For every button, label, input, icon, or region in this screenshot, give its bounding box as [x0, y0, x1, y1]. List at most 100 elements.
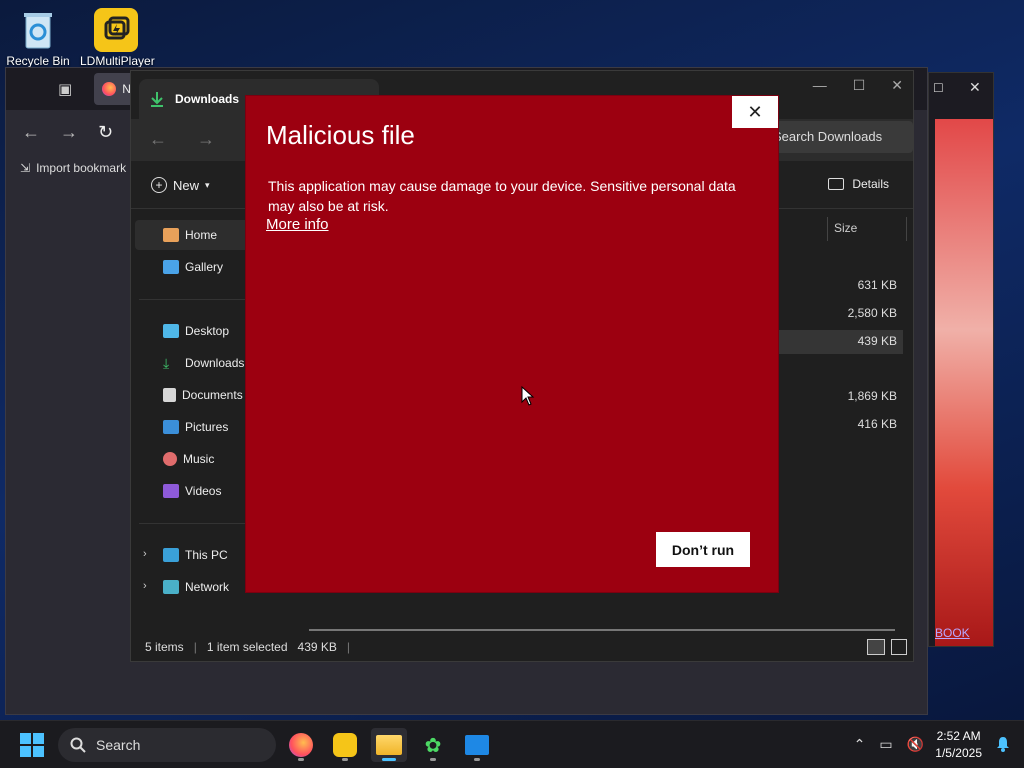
- sidebar-item-label: Documents: [182, 388, 243, 402]
- malicious-file-dialog: Malicious file ✕ This application may ca…: [245, 95, 779, 593]
- mouse-cursor-icon: [521, 386, 535, 406]
- taskbar-app-firefox[interactable]: [283, 728, 319, 762]
- file-size: 416 KB: [857, 417, 897, 431]
- desktop-icon-ldmultiplayer[interactable]: LDMultiPlayer: [80, 8, 155, 68]
- forward-icon[interactable]: →: [197, 129, 215, 150]
- dialog-close-button[interactable]: ✕: [732, 96, 778, 128]
- sidebar-item-music[interactable]: Music: [163, 447, 214, 471]
- music-icon: [163, 452, 177, 466]
- volume-muted-icon[interactable]: 🔇: [907, 736, 924, 753]
- tab-list-icon[interactable]: ▣: [58, 80, 72, 98]
- running-indicator: [430, 758, 436, 761]
- status-bar: 5 items | 1 item selected 439 KB |: [131, 633, 913, 661]
- search-icon: [70, 737, 86, 753]
- sidebar-item-label: Gallery: [185, 260, 224, 274]
- sidebar-item-documents[interactable]: Documents: [163, 383, 243, 407]
- chevron-right-icon[interactable]: ›: [143, 580, 147, 592]
- search-input[interactable]: Search Downloads: [763, 121, 913, 153]
- chevron-right-icon[interactable]: ›: [143, 548, 147, 560]
- status-selected-size: 439 KB: [297, 640, 337, 654]
- sidebar-item-label: Pictures: [185, 420, 229, 434]
- taskbar-app-ldplayer[interactable]: [327, 728, 363, 762]
- plus-circle-icon: +: [151, 177, 167, 193]
- sidebar-item-home[interactable]: Home: [163, 223, 217, 247]
- running-indicator: [298, 758, 304, 761]
- more-info-link[interactable]: More info: [266, 216, 329, 233]
- file-size: 439 KB: [857, 334, 897, 348]
- forward-icon[interactable]: →: [60, 122, 78, 143]
- network-status-icon[interactable]: ▭: [879, 736, 892, 753]
- taskbar: Search ✿ ⌃ ▭ 🔇 2:52 AM 1/5/2025: [0, 720, 1024, 768]
- reload-icon[interactable]: ↻: [98, 122, 113, 143]
- chevron-down-icon: ▾: [205, 179, 210, 190]
- this-pc-icon: [163, 548, 179, 562]
- recycle-bin-icon: [16, 8, 60, 52]
- wave-chart-icon: [465, 735, 489, 755]
- search-placeholder: Search: [96, 737, 141, 753]
- desktop-icon-label: Recycle Bin: [6, 54, 70, 68]
- sidebar-item-videos[interactable]: Videos: [163, 479, 221, 503]
- back-icon[interactable]: ←: [149, 129, 167, 150]
- folder-icon: [376, 735, 402, 755]
- network-icon: [163, 580, 179, 594]
- status-item-count: 5 items: [145, 640, 184, 654]
- dont-run-button[interactable]: Don’t run: [656, 532, 750, 567]
- taskbar-app-network-tool[interactable]: ✿: [415, 728, 451, 762]
- chevron-up-icon[interactable]: ⌃: [854, 736, 866, 753]
- plant-icon: ✿: [424, 734, 442, 757]
- dialog-message: This application may cause damage to you…: [268, 178, 736, 214]
- sidebar-item-downloads[interactable]: ⤓ Downloads: [163, 351, 244, 375]
- clock-date: 1/5/2025: [935, 746, 982, 760]
- taskbar-search[interactable]: Search: [58, 728, 276, 762]
- taskbar-clock[interactable]: 2:52 AM 1/5/2025: [935, 728, 982, 762]
- sidebar-item-label: Network: [185, 580, 230, 594]
- back-icon[interactable]: ←: [22, 122, 40, 143]
- book-link[interactable]: BOOK: [935, 626, 970, 640]
- close-icon[interactable]: ✕: [969, 79, 981, 96]
- ldplayer-icon: [333, 733, 357, 757]
- desktop-icon-recycle-bin[interactable]: Recycle Bin: [2, 8, 74, 68]
- column-header-size[interactable]: Size: [827, 217, 907, 241]
- close-icon[interactable]: ✕: [891, 77, 903, 94]
- start-button[interactable]: [20, 733, 44, 762]
- sidebar-item-label: Home: [185, 228, 218, 242]
- clock-time: 2:52 AM: [936, 729, 981, 743]
- background-app-window: ☐ ✕ BOOK: [928, 72, 994, 647]
- windows-logo-icon: [20, 733, 44, 757]
- details-view-icon[interactable]: [867, 639, 885, 655]
- sidebar-item-this-pc[interactable]: This PC: [163, 543, 228, 567]
- sidebar-item-label: Videos: [185, 484, 222, 498]
- status-separator: |: [346, 640, 351, 654]
- status-selected: 1 item selected: [206, 640, 288, 654]
- details-button[interactable]: Details: [828, 177, 889, 191]
- system-tray: ⌃ ▭ 🔇: [854, 736, 924, 753]
- sidebar-item-pictures[interactable]: Pictures: [163, 415, 228, 439]
- notification-bell-icon[interactable]: [996, 736, 1010, 752]
- new-button[interactable]: + New ▾: [151, 177, 210, 193]
- file-size: 1,869 KB: [847, 389, 897, 403]
- status-separator: |: [193, 640, 197, 654]
- new-label: New: [173, 177, 200, 193]
- videos-icon: [163, 484, 179, 498]
- taskbar-app-file-explorer[interactable]: [371, 728, 407, 762]
- sidebar-item-network[interactable]: Network: [163, 575, 229, 599]
- document-icon: [163, 388, 176, 402]
- dialog-title: Malicious file: [266, 120, 415, 150]
- maximize-icon[interactable]: ☐: [853, 77, 866, 94]
- pictures-icon: [163, 420, 179, 434]
- app-content: BOOK: [935, 119, 993, 646]
- sidebar-item-gallery[interactable]: Gallery: [163, 255, 223, 279]
- sidebar-item-desktop[interactable]: Desktop: [163, 319, 229, 343]
- sidebar-item-label: This PC: [185, 548, 228, 562]
- horizontal-scrollbar[interactable]: [309, 629, 895, 631]
- maximize-icon[interactable]: ☐: [933, 81, 944, 95]
- close-icon: ✕: [747, 101, 763, 122]
- import-bookmarks-link[interactable]: Import bookmark: [36, 161, 126, 175]
- tab-title: Downloads: [175, 92, 240, 106]
- taskbar-app-monitor[interactable]: [459, 728, 495, 762]
- minimize-icon[interactable]: —: [813, 77, 827, 94]
- running-indicator: [342, 758, 348, 761]
- firefox-icon: [289, 733, 313, 757]
- file-size: 631 KB: [857, 278, 897, 292]
- tiles-view-icon[interactable]: [891, 639, 907, 655]
